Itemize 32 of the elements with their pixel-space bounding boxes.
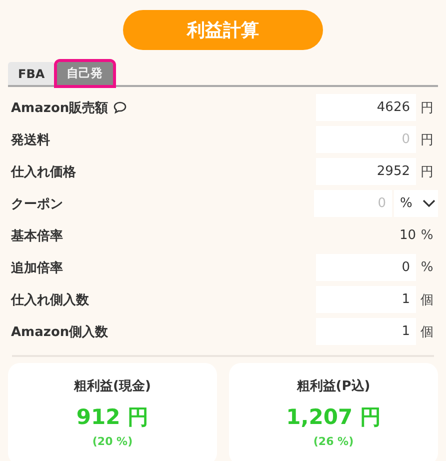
field-label: 発送料 — [11, 132, 50, 148]
unit-dropdown[interactable]: % — [394, 190, 438, 217]
profit-amount: 912 円 — [76, 404, 149, 431]
number-field[interactable]: 0 — [316, 126, 416, 153]
profit-rate: (20 %) — [92, 435, 133, 448]
unit-label: 個 — [420, 324, 434, 340]
number-field[interactable]: 0 — [316, 254, 416, 281]
unit-label: % — [420, 228, 434, 243]
chevron-down-icon — [422, 199, 436, 208]
result-title: 粗利益(P込) — [296, 378, 370, 395]
unit-label: 円 — [420, 132, 434, 148]
profit-rate: (26 %) — [313, 435, 354, 448]
number-field[interactable]: 1 — [316, 286, 416, 313]
field-label: 追加倍率 — [11, 260, 63, 276]
number-field[interactable]: 2952 — [316, 158, 416, 185]
field-label: クーポン — [11, 196, 63, 212]
number-field[interactable]: 4626 — [316, 94, 416, 121]
unit-label: 円 — [420, 164, 434, 180]
unit-label: 個 — [420, 292, 434, 308]
tab[interactable]: FBA — [8, 62, 55, 85]
field-label: 仕入れ価格 — [11, 164, 76, 180]
field-label: 仕入れ側入数 — [11, 292, 89, 308]
field-label: Amazon側入数 — [11, 324, 108, 340]
unit-label: 円 — [420, 100, 434, 116]
rate-value: 10 — [399, 228, 416, 243]
number-field[interactable]: 1 — [316, 318, 416, 345]
profit-amount: 1,207 円 — [286, 404, 381, 431]
field-label: 基本倍率 — [11, 228, 63, 244]
field-label: Amazon販売額 — [11, 100, 108, 116]
unit-label: % — [420, 260, 434, 275]
result-title: 粗利益(現金) — [74, 378, 151, 395]
number-field[interactable]: 0 — [314, 190, 392, 217]
